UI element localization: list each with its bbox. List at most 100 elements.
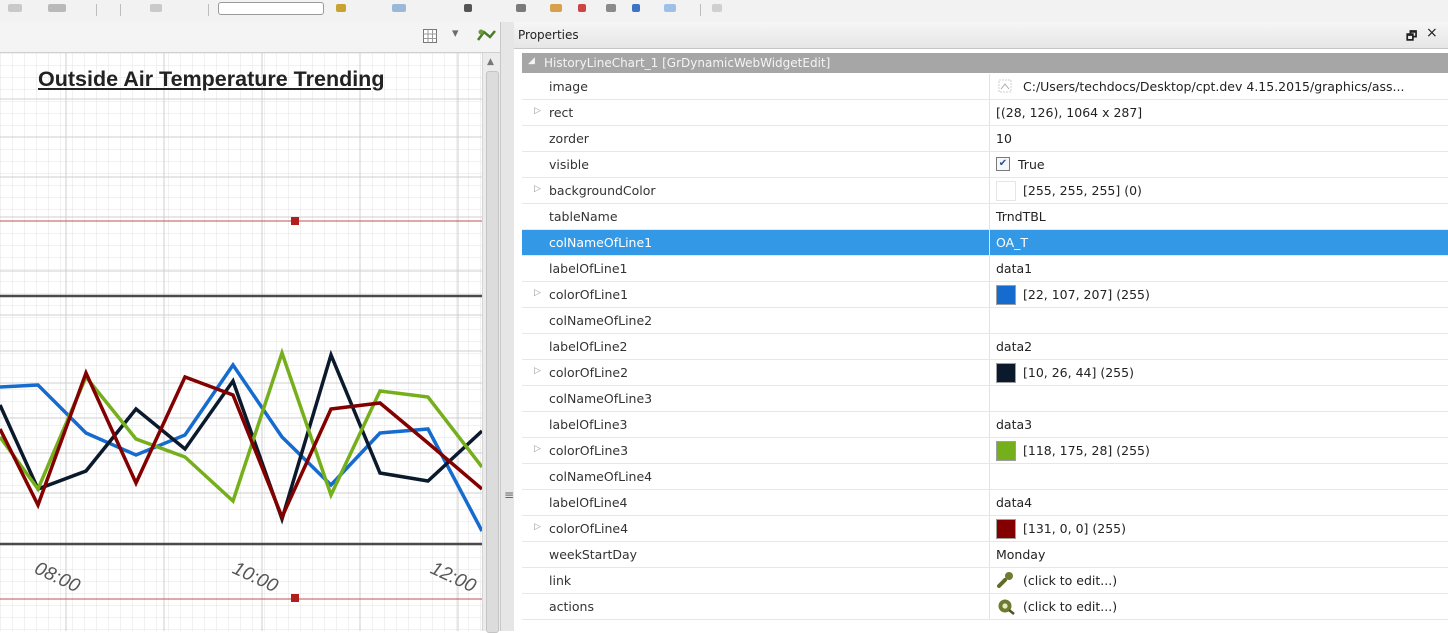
property-row-zorder[interactable]: zorder 10 [522,126,1448,152]
property-value-cell[interactable]: [(28, 126), 1064 x 287] [989,100,1448,125]
property-value-cell[interactable]: TrndTBL [989,204,1448,229]
color-swatch[interactable] [996,519,1016,539]
property-row-colNameOfLine4[interactable]: colNameOfLine4 [522,464,1448,490]
property-value-cell[interactable]: data1 [989,256,1448,281]
property-row-labelOfLine1[interactable]: labelOfLine1 data1 [522,256,1448,282]
toolbar-combo-box[interactable] [218,2,324,15]
grid-icon[interactable] [422,28,438,48]
property-name: backgroundColor [549,183,656,198]
toolbar-icon[interactable] [712,4,722,12]
canvas-vertical-scrollbar[interactable]: ▲ [482,53,501,633]
property-row-visible[interactable]: visible ✔ True [522,152,1448,178]
property-value-cell[interactable] [989,464,1448,489]
property-value-cell[interactable]: OA_T [989,230,1448,255]
property-row-tableName[interactable]: tableName TrndTBL [522,204,1448,230]
property-row-actions[interactable]: actions (click to edit...) [522,594,1448,620]
property-value: [22, 107, 207] (255) [1023,287,1150,302]
toolbar-icon[interactable] [464,4,472,12]
property-row-link[interactable]: link (click to edit...) [522,568,1448,594]
history-line-chart-widget[interactable] [0,53,482,631]
property-name: colorOfLine2 [549,365,629,380]
property-value: data2 [996,339,1033,354]
property-value: [118, 175, 28] (255) [1023,443,1150,458]
expand-arrow-icon[interactable]: ▷ [534,106,541,116]
property-row-colorOfLine1[interactable]: ▷ colorOfLine1 [22, 107, 207] (255) [522,282,1448,308]
toolbar-icon[interactable] [632,4,640,12]
property-value-cell[interactable] [989,308,1448,333]
property-group-header[interactable]: ◢ HistoryLineChart_1 [GrDynamicWebWidget… [522,53,1448,73]
toolbar-icon[interactable] [606,4,616,12]
property-value: data3 [996,417,1033,432]
property-name: rect [549,105,574,120]
color-swatch[interactable] [996,441,1016,461]
expand-arrow-icon[interactable]: ▷ [534,288,541,298]
property-row-backgroundColor[interactable]: ▷ backgroundColor [255, 255, 255] (0) [522,178,1448,204]
property-row-colorOfLine4[interactable]: ▷ colorOfLine4 [131, 0, 0] (255) [522,516,1448,542]
toolbar-icon[interactable] [516,4,526,12]
pin-icon[interactable]: 🗗 [1406,27,1417,48]
scroll-up-arrow-icon[interactable]: ▲ [487,57,494,67]
property-row-colNameOfLine3[interactable]: colNameOfLine3 [522,386,1448,412]
property-row-colorOfLine3[interactable]: ▷ colorOfLine3 [118, 175, 28] (255) [522,438,1448,464]
expand-arrow-icon[interactable]: ▷ [534,444,541,454]
property-value-cell[interactable]: [131, 0, 0] (255) [989,516,1448,541]
actions-icon[interactable] [996,597,1016,615]
property-row-image[interactable]: image C:/Users/techdocs/Desktop/cpt.dev 4… [522,74,1448,100]
property-row-rect[interactable]: ▷ rect [(28, 126), 1064 x 287] [522,100,1448,126]
toolbar-icon[interactable] [392,4,406,12]
property-name: actions [549,599,594,614]
property-row-colorOfLine2[interactable]: ▷ colorOfLine2 [10, 26, 44] (255) [522,360,1448,386]
property-value-cell[interactable]: C:/Users/techdocs/Desktop/cpt.dev 4.15.2… [989,74,1448,99]
property-value: data4 [996,495,1033,510]
design-surface[interactable]: Outside Air Temperature Trending 08:00 1… [0,53,482,631]
toolbar-icon[interactable] [664,4,676,12]
property-value-cell[interactable]: (click to edit...) [989,568,1448,593]
color-swatch[interactable] [996,285,1016,305]
color-swatch[interactable] [996,181,1016,201]
dropdown-arrow-icon[interactable]: ▾ [452,26,459,41]
toolbar-icon[interactable] [150,4,162,12]
splitter-grip-icon[interactable]: ≡ [504,488,514,502]
image-file-icon[interactable] [996,77,1016,95]
property-row-weekStartDay[interactable]: weekStartDay Monday [522,542,1448,568]
property-row-labelOfLine4[interactable]: labelOfLine4 data4 [522,490,1448,516]
expand-arrow-icon[interactable]: ▷ [534,522,541,532]
properties-title-bar: Properties 🗗 × [514,22,1448,49]
toolbar-separator [120,4,121,16]
checkbox-icon[interactable]: ✔ [996,157,1010,171]
property-value-cell[interactable] [989,386,1448,411]
toolbar-icon[interactable] [48,4,66,12]
expand-arrow-icon[interactable]: ▷ [534,184,541,194]
property-value-cell[interactable]: Monday [989,542,1448,567]
property-value-cell[interactable]: ✔ True [989,152,1448,177]
chart-wizard-icon[interactable] [476,28,496,48]
property-value-cell[interactable]: [118, 175, 28] (255) [989,438,1448,463]
scrollbar-thumb[interactable] [486,71,499,633]
resize-handle[interactable] [291,594,299,602]
property-row-labelOfLine3[interactable]: labelOfLine3 data3 [522,412,1448,438]
property-value-cell[interactable]: [10, 26, 44] (255) [989,360,1448,385]
property-name: colNameOfLine1 [549,235,653,250]
property-grid: image C:/Users/techdocs/Desktop/cpt.dev 4… [522,74,1448,620]
resize-handle[interactable] [291,217,299,225]
link-icon[interactable] [996,571,1016,589]
property-row-labelOfLine2[interactable]: labelOfLine2 data2 [522,334,1448,360]
color-swatch[interactable] [996,363,1016,383]
property-value-cell[interactable]: data3 [989,412,1448,437]
toolbar-icon[interactable] [336,4,346,12]
property-value-cell[interactable]: [255, 255, 255] (0) [989,178,1448,203]
chart-title: Outside Air Temperature Trending [38,67,385,91]
property-value-cell[interactable]: (click to edit...) [989,594,1448,619]
toolbar-icon[interactable] [578,4,586,12]
close-icon[interactable]: × [1426,25,1438,41]
property-value-cell[interactable]: 10 [989,126,1448,151]
toolbar-icon[interactable] [550,4,562,12]
expand-arrow-icon[interactable]: ▷ [534,366,541,376]
property-row-colNameOfLine2[interactable]: colNameOfLine2 [522,308,1448,334]
property-row-colNameOfLine1[interactable]: colNameOfLine1 OA_T [522,230,1448,256]
property-value-cell[interactable]: data2 [989,334,1448,359]
property-value-cell[interactable]: [22, 107, 207] (255) [989,282,1448,307]
collapse-arrow-icon[interactable]: ◢ [528,56,535,66]
toolbar-icon[interactable] [8,4,22,12]
property-value-cell[interactable]: data4 [989,490,1448,515]
